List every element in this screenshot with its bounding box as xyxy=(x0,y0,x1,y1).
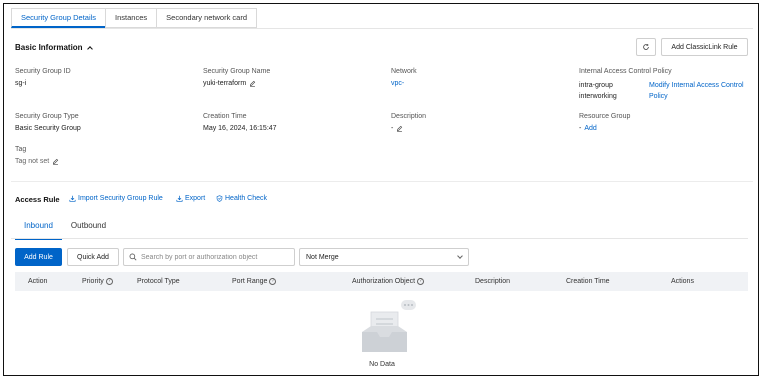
add-classiclink-rule-button[interactable]: Add ClassicLink Rule xyxy=(661,38,748,56)
field-creation-time: Creation Time May 16, 2024, 16:15:47 xyxy=(203,113,277,132)
tab-divider xyxy=(11,28,753,29)
basic-info-toggle[interactable]: Basic Information xyxy=(15,43,93,52)
col-port-range: Port Range ? xyxy=(232,272,277,291)
subtab-divider xyxy=(11,238,748,239)
edit-description-icon[interactable] xyxy=(396,125,403,132)
network-vpc-link[interactable]: vpc- xyxy=(391,80,404,87)
import-icon xyxy=(69,195,76,202)
sg-name-value: yuki-terraform xyxy=(203,80,247,87)
sg-name-label: Security Group Name xyxy=(203,68,271,75)
add-rule-button[interactable]: Add Rule xyxy=(15,248,62,266)
iac-value-line2: interworking xyxy=(579,93,617,100)
resource-group-value: - xyxy=(579,125,582,132)
tag-label: Tag xyxy=(15,146,27,153)
description-value: - xyxy=(391,125,394,132)
sg-type-label: Security Group Type xyxy=(15,113,79,120)
top-tab-bar: Security Group Details Instances Seconda… xyxy=(11,8,258,28)
field-description: Description - xyxy=(391,113,426,132)
chevron-down-icon xyxy=(457,252,463,259)
chevron-up-icon xyxy=(86,46,93,52)
rule-search-box[interactable] xyxy=(123,248,295,266)
quick-add-button[interactable]: Quick Add xyxy=(67,248,119,266)
modify-iac-line2: Policy xyxy=(649,93,668,100)
help-icon[interactable]: ? xyxy=(269,278,277,285)
col-priority: Priority ? xyxy=(82,272,113,291)
field-sg-id: Security Group ID sg-i xyxy=(15,68,71,87)
search-icon xyxy=(129,253,137,261)
merge-select-value: Not Merge xyxy=(306,253,339,261)
tab-instances[interactable]: Instances xyxy=(105,8,158,28)
network-label: Network xyxy=(391,68,417,75)
sg-id-label: Security Group ID xyxy=(15,68,71,75)
modify-iac-policy-link[interactable]: Modify Internal Access Control Policy xyxy=(649,80,744,102)
col-protocol-type: Protocol Type xyxy=(137,278,180,285)
empty-state-text: No Data xyxy=(369,361,395,368)
col-authorization-object-label: Authorization Object xyxy=(352,278,416,285)
creation-time-label: Creation Time xyxy=(203,113,247,120)
col-authorization-object: Authorization Object ? xyxy=(352,272,425,291)
col-action: Action xyxy=(28,278,48,285)
refresh-icon xyxy=(643,43,649,50)
export-label: Export xyxy=(185,195,206,202)
health-check-label: Health Check xyxy=(225,195,268,202)
sg-type-value: Basic Security Group xyxy=(15,125,81,132)
section-divider xyxy=(11,181,753,182)
field-internal-access-policy: Internal Access Control Policy intra-gro… xyxy=(579,68,744,102)
add-resource-group-link[interactable]: Add xyxy=(584,125,596,132)
health-check-link[interactable]: Health Check xyxy=(216,195,267,202)
tab-security-group-details[interactable]: Security Group Details xyxy=(11,8,107,28)
edit-tag-icon[interactable] xyxy=(52,158,59,165)
refresh-button[interactable] xyxy=(636,38,656,56)
edit-name-icon[interactable] xyxy=(249,80,256,87)
field-sg-type: Security Group Type Basic Security Group xyxy=(15,113,81,132)
empty-inbox-icon xyxy=(362,300,416,352)
import-sg-rule-label: Import Security Group Rule xyxy=(78,195,163,202)
sg-id-value: sg-i xyxy=(15,80,27,87)
tag-value: Tag not set xyxy=(15,158,50,165)
col-description: Description xyxy=(475,278,511,285)
description-label: Description xyxy=(391,113,427,120)
export-link[interactable]: Export xyxy=(176,195,205,202)
tab-inbound[interactable]: Inbound xyxy=(15,216,62,240)
iac-policy-label: Internal Access Control Policy xyxy=(579,68,672,75)
col-port-range-label: Port Range xyxy=(232,278,268,285)
access-rule-title: Access Rule xyxy=(15,195,60,204)
tab-secondary-network-card[interactable]: Secondary network card xyxy=(156,8,258,28)
help-icon[interactable]: ? xyxy=(417,278,425,285)
help-icon[interactable]: ? xyxy=(105,278,113,285)
modify-iac-line1: Modify Internal Access Control xyxy=(649,82,744,89)
field-sg-name: Security Group Name yuki-terraform xyxy=(203,68,270,87)
basic-info-title: Basic Information xyxy=(15,43,83,52)
col-priority-label: Priority xyxy=(82,278,104,285)
export-icon xyxy=(176,195,183,202)
creation-time-value: May 16, 2024, 16:15:47 xyxy=(203,125,277,132)
import-sg-rule-link[interactable]: Import Security Group Rule xyxy=(69,195,163,202)
field-network: Network vpc- xyxy=(391,68,417,87)
rule-search-input[interactable] xyxy=(141,253,291,261)
field-tag: Tag Tag not set xyxy=(15,146,59,165)
shield-icon xyxy=(216,195,223,202)
resource-group-label: Resource Group xyxy=(579,113,631,120)
col-creation-time: Creation Time xyxy=(566,278,610,285)
field-resource-group: Resource Group - Add xyxy=(579,113,630,132)
merge-select[interactable]: Not Merge xyxy=(299,248,469,266)
iac-value-line1: intra-group xyxy=(579,82,613,89)
direction-tabs: Inbound Outbound xyxy=(15,216,115,240)
rules-table-header: Action Priority ? Protocol Type Port Ran… xyxy=(15,272,748,291)
tab-outbound[interactable]: Outbound xyxy=(62,216,115,240)
col-actions: Actions xyxy=(671,278,694,285)
